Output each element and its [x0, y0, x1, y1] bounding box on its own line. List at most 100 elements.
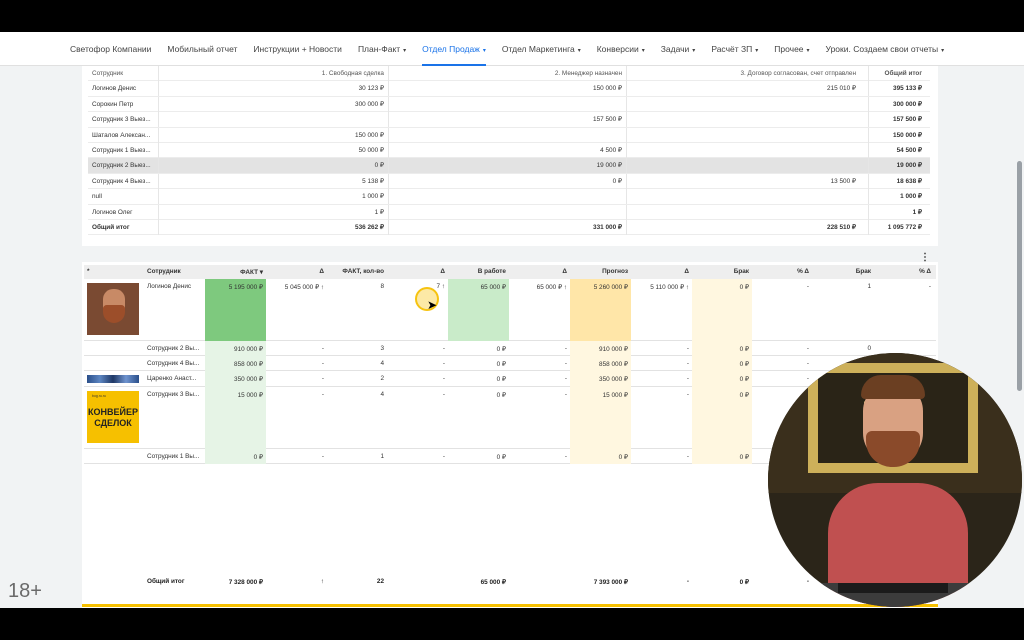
column-header[interactable]: % Δ [752, 265, 812, 275]
pivot-row[interactable]: Шаталов Алексан... 150 000 ₽ 150 000 ₽ [88, 127, 930, 143]
pivot-stage-1-value: 1 000 ₽ [158, 189, 386, 205]
cell-d4: - [686, 391, 689, 398]
pivot-total-value: 54 500 ₽ [868, 142, 924, 158]
pivot-row[interactable]: Общий итог 536 262 ₽331 000 ₽228 510 ₽ 1 0… [88, 219, 930, 236]
nav-tab-9[interactable]: Прочее ▾ [766, 32, 817, 66]
nav-tab-5[interactable]: Отдел Маркетинга ▾ [494, 32, 589, 66]
pivot-total-value: 18 638 ₽ [868, 173, 924, 189]
pivot-row[interactable]: null 1 000 ₽ 1 000 ₽ [88, 189, 930, 205]
cell-d4: - [686, 375, 689, 382]
cell-brak: 0 ₽ [692, 449, 752, 464]
column-header[interactable]: Δ [387, 265, 448, 275]
column-header[interactable]: В работе [448, 265, 509, 275]
nav-tab-4[interactable]: Отдел Продаж ▾ [414, 32, 494, 66]
table-row[interactable]: Логинов Денис 5 195 000 ₽ 5 045 000 ₽ ↑ 8 7 … [84, 279, 936, 341]
pivot-total-value: 157 500 ₽ [868, 112, 924, 128]
pivot-stage-1-value: 1 ₽ [158, 204, 386, 220]
total-fact: 7 328 000 ₽ [228, 579, 263, 586]
column-header[interactable]: Δ [631, 265, 692, 275]
column-header[interactable]: Сотрудник [144, 265, 204, 275]
pivot-stage-3-value [626, 112, 858, 128]
column-header[interactable]: Брак [692, 265, 752, 275]
column-header[interactable]: ФАКТ, кол-во [327, 265, 387, 275]
pivot-total-value: 300 000 ₽ [868, 96, 924, 112]
nav-tab-3[interactable]: План-Факт ▾ [350, 32, 414, 66]
table-header-row: * Сотрудник ФАКТ ▾ Δ ФАКТ, кол-во Δ В работе Δ П… [84, 265, 936, 279]
book-cover-image: bog.ru.ru КОНВЕЙЕР СДЕЛОК [87, 391, 139, 443]
cell-work: 65 000 ₽ [448, 279, 509, 341]
cell-name: Сотрудник 4 Вы... [147, 360, 200, 367]
chevron-down-icon: ▾ [641, 47, 645, 54]
column-header[interactable]: Δ [509, 265, 570, 275]
nav-tab-10[interactable]: Уроки. Создаем свои отчеты ▾ [818, 32, 953, 66]
cell-brak: 0 ₽ [692, 279, 752, 341]
cell-name: Сотрудник 1 Вы... [147, 453, 200, 460]
chevron-down-icon: ▾ [482, 47, 486, 54]
nav-tab-0[interactable]: Светофор Компании [62, 32, 159, 66]
pivot-row[interactable]: Сотрудник 2 Выез... 0 ₽19 000 ₽19 000 ₽ [88, 158, 930, 174]
total-forecast: 7 393 000 ₽ [593, 579, 628, 586]
cell-brak2: 1 [867, 283, 871, 290]
pivot-total-value: 1 ₽ [868, 204, 924, 220]
cell-pd2: - [928, 283, 931, 290]
nav-tab-label: Светофор Компании [70, 43, 152, 54]
nav-tab-label: Отдел Продаж [422, 43, 480, 54]
pivot-total-value: 1 000 ₽ [868, 189, 924, 205]
cell-name: Сотрудник 3 Вы... [147, 391, 200, 398]
cell-work: 0 ₽ [496, 376, 506, 383]
chevron-down-icon: ▾ [941, 47, 945, 54]
nav-tab-1[interactable]: Мобильный отчет [159, 32, 245, 66]
cell-brak: 0 ₽ [692, 387, 752, 449]
cover-title: КОНВЕЙЕР СДЕЛОК [88, 407, 138, 428]
column-header[interactable]: * [84, 265, 144, 275]
cover-small-text: bog.ru.ru [92, 394, 107, 398]
cell-qty: 3 [380, 345, 384, 352]
cell-d1: 5 045 000 ₽ ↑ [284, 284, 324, 291]
pivot-header-row: Сотрудник 1. Свободная сделка 2. Менеджер … [88, 66, 930, 82]
cell-name: Царенко Анаст... [147, 375, 197, 382]
cell-d1: - [321, 391, 324, 398]
page-scrollbar[interactable] [1016, 66, 1024, 608]
column-header[interactable]: Брак [812, 265, 874, 275]
pivot-row[interactable]: Логинов Денис 30 123 ₽150 000 ₽215 010 ₽ 3… [88, 81, 930, 97]
nav-tab-label: Мобильный отчет [167, 43, 238, 54]
cell-d1: - [321, 345, 324, 352]
pivot-stage-3-value [626, 158, 858, 174]
pivot-row[interactable]: Сотрудник 1 Выез... 50 000 ₽4 500 ₽ 54 500… [88, 142, 930, 159]
pivot-row[interactable]: Сотрудник 3 Выез... 157 500 ₽ 157 500 ₽ [88, 112, 930, 128]
cell-brak: 0 ₽ [692, 371, 752, 387]
section-gap [82, 246, 938, 262]
nav-tab-6[interactable]: Конверсии ▾ [589, 32, 653, 66]
pivot-col-stage-1: 1. Свободная сделка [158, 66, 386, 81]
nav-tab-label: Конверсии [596, 43, 639, 54]
cell-fact: 5 195 000 ₽ [205, 279, 266, 341]
chevron-down-icon: ▾ [577, 47, 581, 54]
nav-tab-2[interactable]: Инструкции + Новости [245, 32, 350, 66]
column-header[interactable]: Δ [266, 265, 327, 275]
cell-fact: 15 000 ₽ [205, 387, 266, 449]
pivot-stage-2-value [388, 127, 624, 143]
column-header[interactable]: Прогноз [570, 265, 631, 275]
avatar-beard [103, 305, 125, 323]
cell-d3: - [564, 345, 567, 352]
pivot-employee-name: Сотрудник 2 Выез... [92, 162, 151, 170]
pivot-stage-2-value: 4 500 ₽ [388, 142, 624, 158]
column-header[interactable]: ФАКТ ▾ [205, 265, 266, 276]
nav-tab-7[interactable]: Задачи ▾ [653, 32, 704, 66]
pivot-employee-name: null [92, 193, 102, 201]
pivot-row[interactable]: Сорокин Петр 300 000 ₽ 300 000 ₽ [88, 96, 930, 113]
nav-tab-label: Прочее [774, 43, 804, 54]
more-options-icon[interactable]: ⋮ [920, 252, 930, 263]
pivot-stage-1-value: 30 123 ₽ [158, 81, 386, 97]
pivot-stage-2-value [388, 204, 624, 220]
nav-tab-label: План-Факт [357, 43, 401, 54]
pivot-row[interactable]: Логинов Олег 1 ₽ 1 ₽ [88, 204, 930, 220]
pivot-row[interactable]: Сотрудник 4 Выез... 5 138 ₽0 ₽13 500 ₽ 18 … [88, 173, 930, 190]
cell-qty: 8 [380, 283, 384, 290]
pivot-stage-1-value: 300 000 ₽ [158, 96, 386, 112]
pivot-stage-1-value: 536 262 ₽ [158, 219, 386, 235]
employee-avatar [87, 283, 139, 335]
column-header[interactable]: % Δ [874, 265, 934, 275]
nav-tab-8[interactable]: Расчёт ЗП ▾ [703, 32, 766, 66]
age-rating-badge: 18+ [8, 580, 42, 602]
